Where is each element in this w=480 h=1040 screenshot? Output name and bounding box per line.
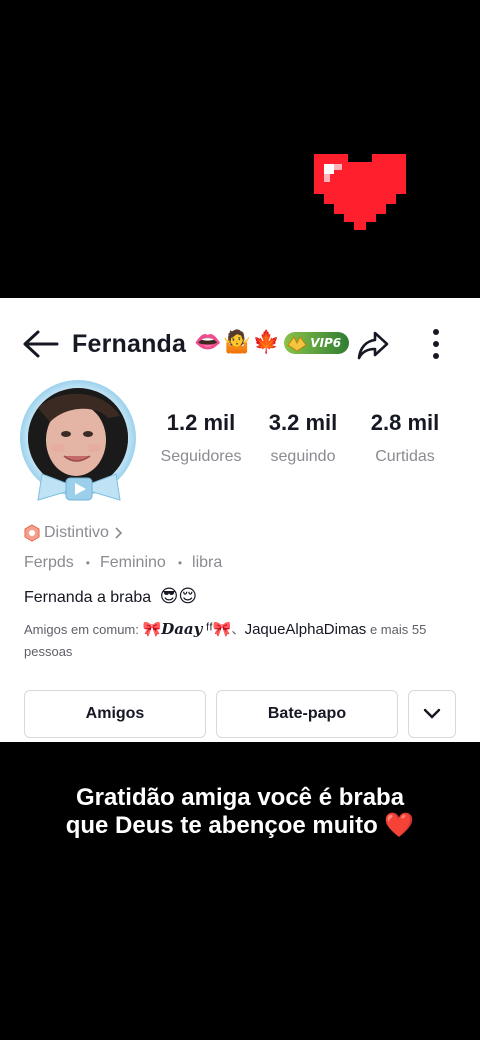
gender: Feminino <box>100 554 166 571</box>
ribbon-bow-icon <box>37 473 121 501</box>
lips-emoji: 👄 <box>194 330 222 355</box>
profile-stats: 1.2 mil Seguidores 3.2 mil seguindo 2.8 … <box>150 410 460 466</box>
badge-icon <box>24 524 40 542</box>
ribbon-emoji: 🎀 <box>212 621 232 638</box>
followers-count: 1.2 mil <box>166 410 236 435</box>
chevron-down-icon <box>423 708 441 719</box>
vip-label: VIP6 <box>310 335 342 350</box>
caption-line-1: Gratidão amiga você é braba <box>75 784 405 811</box>
stat-followers[interactable]: 1.2 mil Seguidores <box>150 410 252 466</box>
likes-label: Curtidas <box>375 448 435 465</box>
mutual-friends[interactable]: Amigos em comum: 🎀Daay ᶠᶠ🎀、JaqueAlphaDim… <box>24 618 454 663</box>
separator-dot: • <box>177 556 183 570</box>
following-count: 3.2 mil <box>268 410 338 435</box>
pixel-heart-icon <box>302 144 418 242</box>
chat-button[interactable]: Bate-papo <box>216 690 398 738</box>
maple-leaf-emoji: 🍁 <box>252 330 281 355</box>
back-arrow-icon[interactable] <box>20 328 60 360</box>
separator-dot: • <box>85 556 90 570</box>
stat-following[interactable]: 3.2 mil seguindo <box>252 410 354 466</box>
zodiac-sign: libra <box>192 554 223 571</box>
following-label: seguindo <box>270 448 336 465</box>
bio-text: Fernanda a braba <box>24 589 152 606</box>
vip-wing-icon <box>287 335 307 352</box>
woman-gesture-emoji: 🤷 <box>223 330 251 355</box>
friends-button[interactable]: Amigos <box>24 690 206 738</box>
profile-header: Fernanda 👄 🤷 🍁 VIP6 <box>0 320 480 368</box>
mutual-friend-1-suffix: ᶠᶠ <box>205 621 213 638</box>
suggested-dropdown-button[interactable] <box>408 690 456 738</box>
list-separator: 、 <box>231 622 245 637</box>
profile-card: Fernanda 👄 🤷 🍁 VIP6 1.2 mil Seguidores 3… <box>0 298 480 742</box>
profile-meta: Ferpds • Feminino • libra <box>24 554 222 572</box>
ribbon-emoji: 🎀 <box>142 621 162 638</box>
profile-bio: Fernanda a braba 😎😌 <box>24 586 197 607</box>
vip-badge[interactable]: VIP6 <box>284 331 350 354</box>
username: Ferpds <box>24 554 74 571</box>
name-emojis: 👄 🤷 🍁 VIP6 <box>194 330 350 355</box>
caption-line-2: que Deus te abençoe muito ❤️ <box>0 812 480 840</box>
share-icon[interactable] <box>356 328 390 362</box>
mutual-friend-2: JaqueAlphaDimas <box>244 621 367 638</box>
chevron-right-icon <box>115 527 123 539</box>
badge-link[interactable]: Distintivo <box>24 524 123 542</box>
avatar[interactable] <box>20 380 138 508</box>
red-heart-emoji: ❤️ <box>384 812 415 839</box>
profile-name: Fernanda <box>72 330 187 358</box>
followers-label: Seguidores <box>160 448 242 465</box>
video-caption: Gratidão amiga você é braba que Deus te … <box>0 784 480 840</box>
caption-line-2-text: que Deus te abençoe muito <box>65 812 378 839</box>
likes-count: 2.8 mil <box>370 410 440 435</box>
badge-label: Distintivo <box>44 524 109 541</box>
stat-likes[interactable]: 2.8 mil Curtidas <box>354 410 456 466</box>
mutual-friend-1: Daay <box>161 620 203 638</box>
bio-emojis: 😎😌 <box>159 586 198 607</box>
mutual-prefix: Amigos em comum: <box>24 622 139 637</box>
more-options-icon[interactable] <box>428 326 444 362</box>
